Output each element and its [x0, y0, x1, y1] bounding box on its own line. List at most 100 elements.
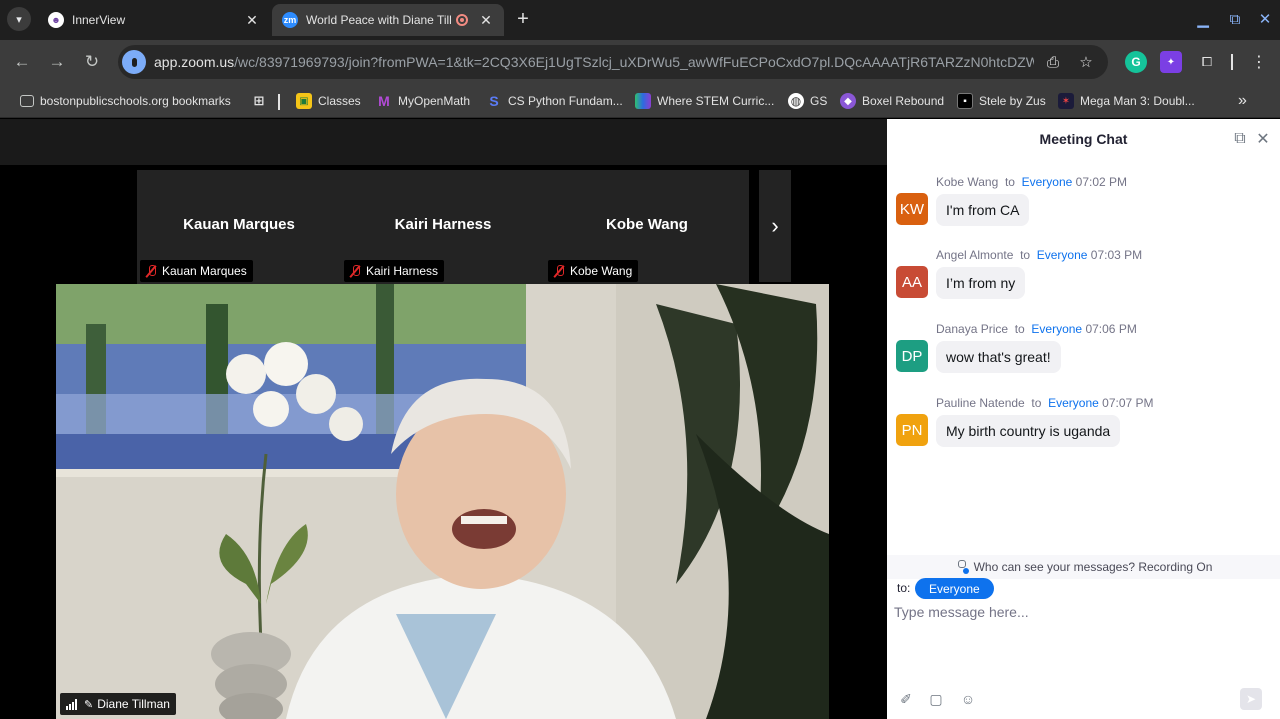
forward-icon[interactable]: →	[45, 50, 69, 74]
sender-name: Angel Almonte	[936, 248, 1014, 262]
chrome-menu-icon[interactable]: ⋮	[1248, 51, 1270, 73]
participant-tile[interactable]: Kairi Harness Kairi Harness	[341, 170, 545, 284]
avatar: AA	[896, 266, 928, 298]
microphone-in-use-icon[interactable]	[122, 50, 146, 74]
pin-icon: ✎	[84, 698, 94, 711]
folder-icon	[20, 95, 34, 107]
meeting-area: Kauan Marques Kauan Marques Kairi Harnes…	[0, 119, 887, 719]
message-bubble[interactable]: I'm from CA	[936, 194, 1030, 226]
new-tab-icon[interactable]: +	[512, 8, 534, 30]
to-word: to	[1004, 175, 1015, 189]
tab-innerview[interactable]: ☻ InnerView ✕	[38, 4, 270, 36]
close-window-icon[interactable]: ✕	[1254, 8, 1276, 30]
emoji-icon[interactable]: ☺	[959, 690, 977, 708]
extensions-puzzle-icon[interactable]: ⧠	[1196, 51, 1218, 73]
recording-notice[interactable]: Who can see your messages? Recording On	[887, 555, 1280, 579]
message-time: 07:07 PM	[1102, 396, 1154, 410]
participant-tile[interactable]: Kobe Wang Kobe Wang	[545, 170, 749, 284]
message-bubble[interactable]: wow that's great!	[936, 341, 1061, 373]
bookmark-cs-python[interactable]: S CS Python Fundam...	[486, 90, 622, 112]
bookmark-folder[interactable]: bostonpublicschools.org bookmarks	[20, 90, 231, 112]
bookmarks-bar: bostonpublicschools.org bookmarks ⊞ ▣ Cl…	[0, 84, 1280, 118]
chat-title: Meeting Chat	[1039, 131, 1128, 147]
close-chat-icon[interactable]: ✕	[1253, 129, 1273, 149]
file-attach-icon[interactable]: ▢	[927, 690, 945, 708]
notice-text: Who can see your messages? Recording On	[973, 560, 1213, 574]
bookmark-label: MyOpenMath	[398, 94, 471, 108]
message-meta: Angel Almonte to Everyone 07:03 PM	[936, 248, 1142, 262]
address-bar[interactable]: app.zoom.us/wc/83971969793/join?fromPWA=…	[118, 45, 1108, 79]
bookmark-separator	[278, 94, 280, 110]
recipient-link[interactable]: Everyone	[1048, 396, 1099, 410]
tab-title: World Peace with Diane Till	[306, 13, 452, 27]
reload-icon[interactable]: ↻	[80, 50, 104, 74]
boxel-icon: ◆	[840, 93, 856, 109]
bookmark-boxel[interactable]: ◆ Boxel Rebound	[840, 90, 944, 112]
classes-icon: ▣	[296, 93, 312, 109]
minimize-icon[interactable]: ▁	[1192, 8, 1214, 30]
bookmark-megaman[interactable]: ✶ Mega Man 3: Doubl...	[1058, 90, 1195, 112]
participant-name: Kobe Wang	[606, 216, 688, 233]
participant-tile[interactable]: Kauan Marques Kauan Marques	[137, 170, 341, 284]
bookmark-label: Mega Man 3: Doubl...	[1080, 94, 1195, 108]
url-text[interactable]: app.zoom.us/wc/83971969793/join?fromPWA=…	[154, 54, 1034, 70]
restore-icon[interactable]: ⧉	[1224, 8, 1246, 30]
bookmark-stele[interactable]: ▪ Stele by Zus	[957, 90, 1046, 112]
to-label: to:	[897, 581, 911, 595]
mic-muted-icon	[144, 264, 158, 278]
back-icon[interactable]: ←	[10, 50, 34, 74]
apps-grid-button[interactable]: ⊞	[251, 90, 273, 112]
close-tab-icon[interactable]: ✕	[244, 12, 260, 28]
tab-world-peace[interactable]: zm World Peace with Diane Till ✕	[272, 4, 504, 36]
more-bookmarks-icon[interactable]: »	[1238, 90, 1247, 112]
python-icon: S	[489, 93, 499, 109]
message-meta: Pauline Natende to Everyone 07:07 PM	[936, 396, 1154, 410]
message-time: 07:03 PM	[1090, 248, 1143, 262]
next-page-chevron-icon[interactable]: ›	[759, 170, 791, 282]
tab-title: InnerView	[72, 13, 126, 27]
recipient-link[interactable]: Everyone	[1037, 248, 1088, 262]
apps-grid-icon: ⊞	[253, 93, 265, 108]
recipient-selector[interactable]: Everyone	[915, 578, 994, 599]
message-bubble[interactable]: I’m from ny	[936, 267, 1026, 299]
stele-icon: ▪	[957, 93, 973, 109]
bookmark-star-icon[interactable]: ☆	[1075, 52, 1097, 72]
bookmark-myopenmath[interactable]: M MyOpenMath	[376, 90, 470, 112]
format-text-icon[interactable]: ✐	[897, 690, 915, 708]
myopenmath-icon: M	[378, 93, 390, 109]
message-time: 07:06 PM	[1085, 322, 1137, 336]
avatar: DP	[896, 340, 928, 372]
active-speaker-video: ✎ Diane Tillman	[56, 284, 829, 719]
message-bubble[interactable]: My birth country is uganda	[936, 415, 1121, 447]
install-app-icon[interactable]: ⎙	[1042, 52, 1064, 72]
participant-tag-label: Kairi Harness	[366, 264, 439, 278]
recipient-link[interactable]: Everyone	[1031, 322, 1082, 336]
bookmark-classes[interactable]: ▣ Classes	[296, 90, 361, 112]
bookmark-gs[interactable]: ◍ GS	[788, 90, 827, 112]
recipient-link[interactable]: Everyone	[1022, 175, 1073, 189]
browser-toolbar: ← → ↻ app.zoom.us/wc/83971969793/join?fr…	[0, 40, 1280, 84]
participant-tag-label: Kauan Marques	[162, 264, 247, 278]
sender-name: Pauline Natende	[936, 396, 1025, 410]
extension-icon[interactable]: ✦	[1160, 51, 1182, 73]
bookmark-label: Classes	[318, 94, 361, 108]
avatar: KW	[896, 193, 928, 225]
bookmark-stem[interactable]: Where STEM Curric...	[635, 90, 774, 112]
tab-search-dropdown-icon[interactable]: ▾	[7, 7, 31, 31]
speaker-name: Diane Tillman	[97, 697, 170, 711]
zoom-favicon-icon: zm	[282, 12, 298, 28]
participant-name: Kauan Marques	[183, 216, 295, 233]
pop-out-icon[interactable]: ⧉	[1230, 129, 1250, 149]
participant-tag: Kobe Wang	[548, 260, 639, 282]
participant-tag: Kairi Harness	[344, 260, 445, 282]
sender-name: Danaya Price	[936, 322, 1009, 336]
participant-name: Kairi Harness	[394, 216, 492, 233]
close-tab-icon[interactable]: ✕	[478, 12, 494, 28]
speaker-video-frame	[56, 284, 829, 719]
bookmark-label: bostonpublicschools.org bookmarks	[40, 94, 231, 108]
grammarly-extension-icon[interactable]: G	[1125, 51, 1147, 73]
chat-message-input[interactable]	[894, 604, 1274, 620]
bookmark-label: Boxel Rebound	[862, 94, 945, 108]
participant-tag-label: Kobe Wang	[570, 264, 633, 278]
send-icon[interactable]: ➤	[1240, 688, 1262, 710]
